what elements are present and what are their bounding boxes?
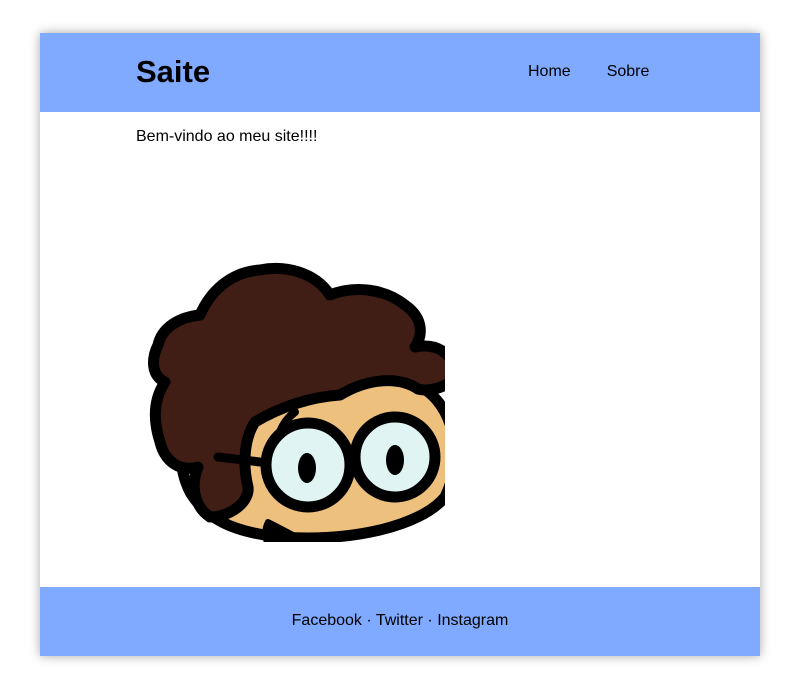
twitter-link[interactable]: Twitter <box>376 612 423 629</box>
page: Saite Home Sobre Bem-vindo ao meu site!!… <box>40 33 760 656</box>
site-header: Saite Home Sobre <box>40 33 760 112</box>
main-content: Bem-vindo ao meu site!!!! <box>40 112 760 587</box>
site-title[interactable]: Saite <box>136 54 210 90</box>
link-separator: · <box>366 612 376 629</box>
left-pupil <box>298 453 316 483</box>
glasses-temple <box>213 452 265 467</box>
instagram-link[interactable]: Instagram <box>437 612 508 629</box>
cartoon-boy-image <box>148 262 445 542</box>
welcome-text: Bem-vindo ao meu site!!!! <box>136 128 318 145</box>
facebook-link[interactable]: Facebook <box>292 612 362 629</box>
nav-link-home[interactable]: Home <box>528 62 571 82</box>
link-separator: · <box>427 612 438 629</box>
right-pupil <box>386 445 404 475</box>
nav-link-sobre[interactable]: Sobre <box>607 62 650 82</box>
social-links: Facebook · Twitter · Instagram <box>40 611 760 631</box>
site-footer: Facebook · Twitter · Instagram <box>40 587 760 656</box>
main-nav: Home Sobre <box>528 62 649 82</box>
